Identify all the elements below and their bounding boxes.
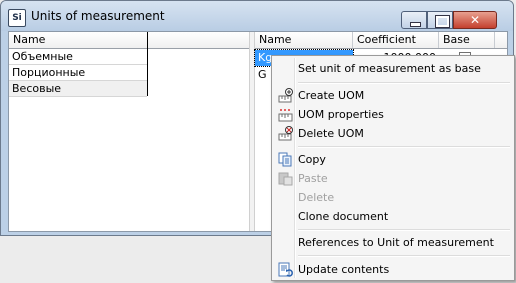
menu-item-references[interactable]: References to Unit of measurement [274, 233, 512, 252]
column-header-base[interactable]: Base [439, 32, 495, 48]
groups-table-header: Name [9, 32, 249, 49]
menu-item-delete-uom[interactable]: Delete UOM [274, 124, 512, 143]
menu-item-paste[interactable]: Paste [274, 169, 512, 188]
menu-item-label: Paste [298, 172, 328, 185]
column-header-name[interactable]: Name [9, 32, 148, 48]
update-contents-icon [278, 262, 293, 277]
menu-item-label: Clone document [298, 210, 389, 223]
uom-properties-icon [278, 109, 293, 122]
menu-separator [298, 82, 510, 84]
caption-buttons: ✕ [401, 11, 497, 29]
menu-item-uom-properties[interactable]: UOM properties [274, 105, 512, 124]
menu-item-set-base[interactable]: Set unit of measurement as base [274, 59, 512, 78]
groups-table: Name Объемные Порционные Весовые [9, 32, 249, 231]
table-row[interactable]: Объемные [9, 49, 147, 65]
menu-separator [298, 229, 510, 231]
menu-item-delete[interactable]: Delete [274, 188, 512, 207]
menu-item-label: Delete UOM [298, 127, 364, 140]
menu-item-label: Update contents [298, 263, 390, 276]
units-table-header: Name Coefficient Base [255, 32, 507, 49]
minimize-button[interactable] [401, 11, 427, 29]
table-row[interactable]: Весовые [9, 81, 147, 97]
paste-icon [278, 172, 293, 186]
maximize-button[interactable] [427, 11, 453, 29]
column-header-name[interactable]: Name [255, 32, 353, 48]
menu-separator [298, 255, 510, 257]
delete-uom-icon [278, 126, 293, 141]
copy-icon [278, 152, 292, 167]
context-menu: Set unit of measurement as base Create U… [271, 55, 515, 281]
menu-item-create-uom[interactable]: Create UOM [274, 86, 512, 105]
create-uom-icon [278, 88, 293, 103]
table-row[interactable]: Порционные [9, 65, 147, 81]
window-title: Units of measurement [31, 9, 165, 23]
menu-item-label: Create UOM [298, 89, 365, 102]
close-icon: ✕ [469, 13, 481, 27]
minimize-icon [410, 22, 421, 27]
menu-item-label: References to Unit of measurement [298, 236, 494, 249]
app-icon: Si [8, 9, 26, 27]
menu-item-label: Delete [298, 191, 335, 204]
close-button[interactable]: ✕ [453, 11, 497, 29]
menu-item-label: Copy [298, 153, 326, 166]
maximize-icon [435, 15, 450, 28]
menu-item-update-contents[interactable]: Update contents [274, 260, 512, 279]
menu-item-clone-document[interactable]: Clone document [274, 207, 512, 226]
menu-item-label: Set unit of measurement as base [298, 62, 481, 75]
menu-item-copy[interactable]: Copy [274, 150, 512, 169]
title-bar[interactable]: Si Units of measurement ✕ [1, 1, 513, 31]
menu-separator [298, 146, 510, 148]
menu-item-label: UOM properties [298, 108, 384, 121]
column-header-coefficient[interactable]: Coefficient [353, 32, 439, 48]
column-divider [147, 32, 148, 96]
